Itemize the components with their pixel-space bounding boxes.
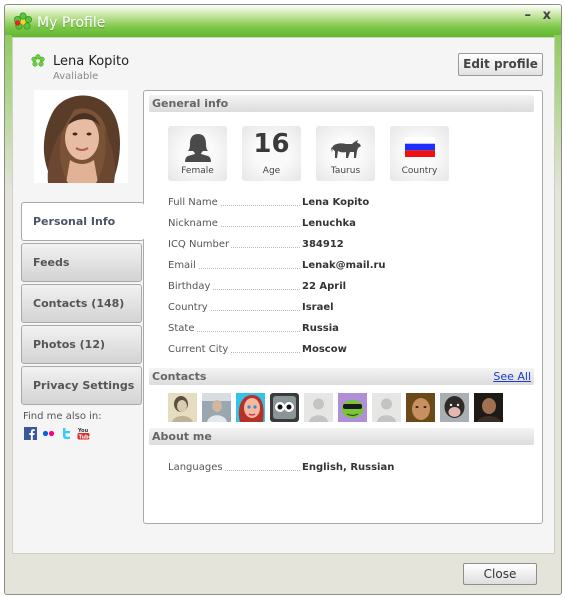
zodiac-badge: Taurus	[316, 126, 375, 181]
user-name: Lena Kopito	[53, 54, 130, 69]
profile-photo-image	[34, 90, 128, 183]
russia-flag-icon	[404, 137, 435, 157]
contact-avatar-default[interactable]	[372, 393, 401, 422]
svg-text:Tube: Tube	[79, 434, 90, 440]
field-birthday: Birthday 22 April	[168, 281, 347, 292]
edit-profile-button[interactable]: Edit profile	[458, 53, 543, 76]
field-icq-number: ICQ Number 384912	[168, 239, 344, 250]
contact-avatar[interactable]	[406, 393, 435, 422]
user-status: Avaliable	[53, 71, 99, 82]
title-bar[interactable]: My Profile – x	[5, 5, 561, 39]
female-icon	[184, 134, 211, 162]
twitter-icon[interactable]	[60, 427, 73, 440]
tab-personal-info[interactable]: Personal Info	[21, 202, 144, 241]
age-value: 16	[253, 129, 290, 159]
field-nickname: Nickname Lenuchka	[168, 218, 356, 229]
field-current-city: Current City Moscow	[168, 344, 347, 355]
profile-photo	[34, 90, 128, 183]
close-window-button[interactable]: x	[543, 8, 551, 23]
about-me-title: About me	[152, 430, 212, 443]
icq-logo-icon	[13, 12, 33, 30]
window-title: My Profile	[37, 15, 106, 31]
about-me-header: About me	[149, 428, 534, 445]
taurus-bull-icon	[330, 140, 361, 158]
field-email: Email Lenak@mail.ru	[168, 260, 386, 271]
tab-feeds[interactable]: Feeds	[21, 243, 142, 282]
general-info-header: General info	[149, 95, 534, 112]
contact-avatar[interactable]	[338, 393, 367, 422]
tab-photos[interactable]: Photos (12)	[21, 325, 142, 364]
youtube-icon[interactable]: You Tube	[77, 427, 90, 440]
age-badge: 16 Age	[242, 126, 301, 181]
general-info-title: General info	[152, 97, 229, 110]
left-frame-edge	[5, 35, 12, 555]
tab-contacts[interactable]: Contacts (148)	[21, 284, 142, 323]
see-all-contacts-link[interactable]: See All	[493, 368, 531, 385]
contacts-header: Contacts See All	[149, 368, 534, 385]
contact-avatar[interactable]	[236, 393, 265, 422]
field-languages: Languages English, Russian	[168, 462, 395, 473]
find-me-label: Find me also in:	[23, 411, 102, 422]
facebook-icon[interactable]	[24, 427, 37, 440]
contact-avatar[interactable]	[168, 393, 197, 422]
icq-status-flower-icon	[31, 54, 45, 67]
flickr-icon[interactable]	[42, 427, 55, 440]
contacts-title: Contacts	[152, 370, 207, 383]
contact-avatar[interactable]	[202, 393, 231, 422]
gender-label: Female	[181, 166, 214, 176]
age-label: Age	[262, 166, 281, 176]
profile-window: My Profile – x Lena Kopito Avaliable Edi…	[4, 4, 562, 595]
minimize-button[interactable]: –	[525, 8, 532, 23]
country-label: Country	[401, 166, 438, 176]
personal-info-panel: General info Female 16 Age Taurus Countr…	[143, 90, 543, 524]
tab-privacy-settings[interactable]: Privacy Settings	[21, 366, 142, 405]
field-full-name: Full Name Lena Kopito	[168, 197, 370, 208]
close-button[interactable]: Close	[463, 563, 537, 585]
gender-badge: Female	[168, 126, 227, 181]
field-country: Country Israel	[168, 302, 334, 313]
field-state: State Russia	[168, 323, 339, 334]
profile-body: Lena Kopito Avaliable Edit profile Perso…	[12, 37, 555, 554]
country-badge: Country	[390, 126, 449, 181]
contact-avatar-default[interactable]	[304, 393, 333, 422]
zodiac-label: Taurus	[330, 166, 361, 176]
contact-avatar[interactable]	[270, 393, 299, 422]
contact-avatar[interactable]	[440, 393, 469, 422]
right-frame-edge	[554, 35, 561, 555]
contact-avatar[interactable]	[474, 393, 503, 422]
